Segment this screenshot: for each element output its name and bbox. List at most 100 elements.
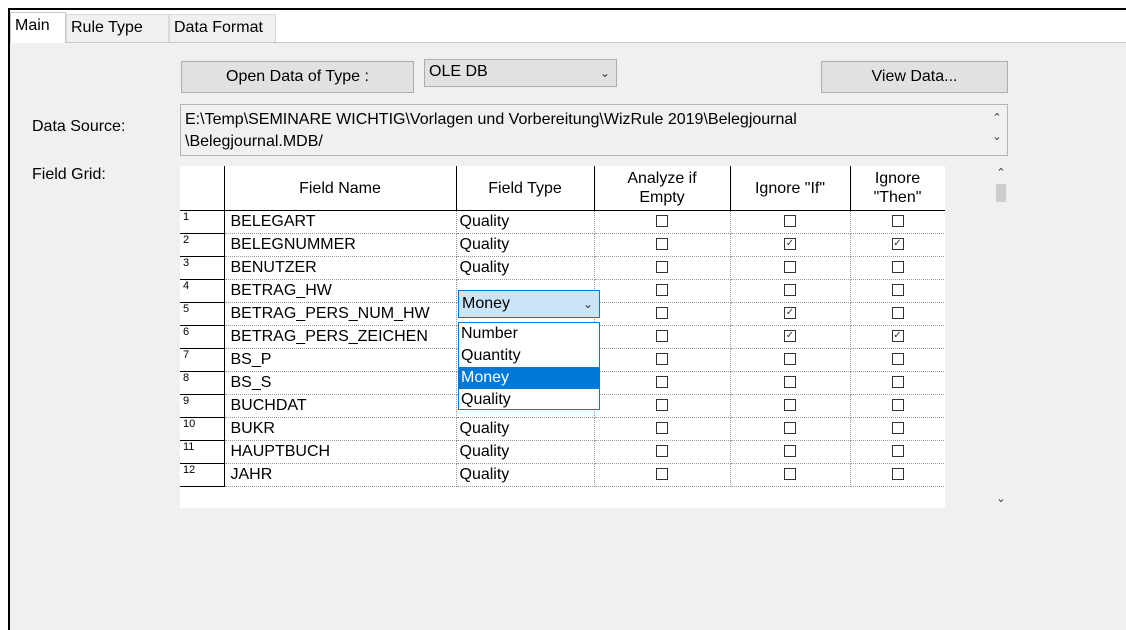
ignore-then-checkbox[interactable] (891, 375, 904, 388)
row-number[interactable]: 3 (180, 256, 225, 280)
ignore-then-checkbox[interactable]: ✓ (891, 329, 904, 342)
analyze-if-empty-checkbox[interactable] (656, 306, 668, 319)
ignore-if-checkbox[interactable] (784, 398, 796, 411)
analyze-if-empty-checkbox[interactable] (656, 329, 668, 342)
analyze-if-empty-checkbox[interactable] (656, 444, 668, 457)
ignore-then-checkbox-cell (850, 210, 945, 234)
ignore-then-checkbox[interactable] (891, 214, 904, 227)
ignore-if-checkbox[interactable]: ✓ (784, 329, 796, 342)
header-field-type[interactable]: Field Type (456, 166, 595, 211)
header-ignore-if[interactable]: Ignore "If" (730, 166, 851, 211)
analyze-if-empty-checkbox[interactable] (656, 375, 668, 388)
ignore-then-checkbox[interactable]: ✓ (891, 237, 904, 250)
analyze-if-empty-checkbox[interactable] (656, 214, 668, 227)
field-type-cell[interactable]: Quality (456, 440, 595, 464)
field-name-cell[interactable]: HAUPTBUCH (224, 440, 457, 464)
field-name-cell[interactable]: BUCHDAT (224, 394, 457, 418)
tab-data-format[interactable]: Data Format (169, 14, 276, 42)
ignore-if-checkbox[interactable] (784, 444, 796, 457)
data-source-field[interactable]: E:\Temp\SEMINARE WICHTIG\Vorlagen und Vo… (180, 104, 1008, 156)
field-type-cell[interactable]: Quality (456, 210, 595, 234)
ignore-if-checkbox[interactable] (784, 375, 796, 388)
header-ignore-then[interactable]: Ignore "Then" (850, 166, 945, 211)
chevron-down-icon[interactable]: ⌄ (583, 297, 593, 311)
ignore-if-checkbox[interactable]: ✓ (784, 306, 796, 319)
analyze-if-empty-checkbox[interactable] (656, 260, 668, 273)
field-name-cell[interactable]: BENUTZER (224, 256, 457, 280)
analyze-if-empty-checkbox[interactable] (656, 421, 668, 434)
field-name-cell[interactable]: BETRAG_PERS_ZEICHEN (224, 325, 457, 349)
scroll-thumb[interactable] (996, 184, 1006, 202)
open-data-button[interactable]: Open Data of Type : (181, 61, 414, 93)
row-number[interactable]: 10 (180, 417, 225, 441)
dropdown-option-quality[interactable]: Quality (459, 389, 599, 411)
chevron-up-icon[interactable]: ⌃ (989, 111, 1005, 124)
ignore-then-checkbox[interactable] (891, 467, 904, 480)
row-number[interactable]: 7 (180, 348, 225, 372)
analyze-if-empty-checkbox[interactable] (656, 467, 668, 480)
row-number[interactable]: 1 (180, 210, 225, 234)
analyze-if-empty-checkbox[interactable] (656, 398, 668, 411)
analyze-if-empty-checkbox[interactable] (656, 283, 668, 296)
header-analyze-if-empty[interactable]: Analyze if Empty (594, 166, 731, 211)
field-type-cell[interactable]: Quality (456, 233, 595, 257)
ignore-if-checkbox[interactable] (784, 352, 796, 365)
ignore-if-checkbox[interactable]: ✓ (784, 237, 796, 250)
ignore-then-checkbox[interactable] (891, 398, 904, 411)
field-type-cell[interactable]: Quality (456, 417, 595, 441)
field-name-cell[interactable]: BS_S (224, 371, 457, 395)
ignore-then-checkbox[interactable] (891, 283, 904, 296)
dropdown-option-money[interactable]: Money (459, 367, 599, 389)
ignore-if-checkbox-cell (730, 463, 851, 487)
ignore-then-checkbox[interactable] (891, 421, 904, 434)
row-number[interactable]: 2 (180, 233, 225, 257)
field-name-cell[interactable]: BELEGART (224, 210, 457, 234)
ignore-then-checkbox-cell (850, 440, 945, 464)
row-number[interactable]: 8 (180, 371, 225, 395)
ignore-then-checkbox[interactable] (891, 260, 904, 273)
ignore-if-checkbox[interactable] (784, 467, 796, 480)
row-number[interactable]: 4 (180, 279, 225, 303)
ignore-then-checkbox[interactable] (891, 352, 904, 365)
analyze-if-empty-checkbox-cell (594, 233, 731, 257)
field-name-cell[interactable]: BETRAG_HW (224, 279, 457, 303)
chevron-up-icon[interactable]: ⌃ (992, 166, 1010, 182)
field-name-cell[interactable]: BS_P (224, 348, 457, 372)
ignore-then-checkbox[interactable] (891, 444, 904, 457)
ignore-if-checkbox[interactable] (784, 421, 796, 434)
data-type-select[interactable]: OLE DB ⌄ (424, 59, 617, 87)
row-number[interactable]: 9 (180, 394, 225, 418)
row-number[interactable]: 11 (180, 440, 225, 464)
ignore-if-checkbox[interactable] (784, 260, 796, 273)
ignore-if-checkbox[interactable] (784, 283, 796, 296)
dropdown-option-number[interactable]: Number (459, 323, 599, 345)
dropdown-option-quantity[interactable]: Quantity (459, 345, 599, 367)
ignore-then-checkbox-cell (850, 279, 945, 303)
field-type-editor[interactable]: Money ⌄ (458, 290, 600, 318)
analyze-if-empty-checkbox[interactable] (656, 352, 668, 365)
grid-scrollbar[interactable]: ⌃ ⌄ (992, 166, 1010, 508)
tab-main[interactable]: Main (10, 12, 66, 43)
chevron-down-icon[interactable]: ⌄ (992, 492, 1010, 508)
row-number[interactable]: 6 (180, 325, 225, 349)
header-field-name[interactable]: Field Name (224, 166, 457, 211)
analyze-if-empty-checkbox[interactable] (656, 237, 668, 250)
ignore-then-checkbox[interactable] (891, 306, 904, 319)
table-row: 3 BENUTZER Quality (180, 256, 945, 280)
row-number[interactable]: 12 (180, 463, 225, 487)
row-number[interactable]: 5 (180, 302, 225, 326)
data-source-scrollbar[interactable]: ⌃ ⌄ (989, 107, 1005, 153)
ignore-if-checkbox[interactable] (784, 214, 796, 227)
view-data-button[interactable]: View Data... (821, 61, 1008, 93)
field-type-cell[interactable]: Quality (456, 463, 595, 487)
field-name-cell[interactable]: JAHR (224, 463, 457, 487)
field-type-cell[interactable]: Quality (456, 256, 595, 280)
chevron-down-icon[interactable]: ⌄ (989, 130, 1005, 143)
field-name-cell[interactable]: BELEGNUMMER (224, 233, 457, 257)
analyze-if-empty-checkbox-cell (594, 371, 731, 395)
field-name-cell[interactable]: BUKR (224, 417, 457, 441)
field-name-cell[interactable]: BETRAG_PERS_NUM_HW (224, 302, 457, 326)
ignore-if-checkbox-cell (730, 348, 851, 372)
field-type-dropdown: Number Quantity Money Quality (458, 322, 600, 410)
tab-rule-type[interactable]: Rule Type (66, 14, 169, 42)
